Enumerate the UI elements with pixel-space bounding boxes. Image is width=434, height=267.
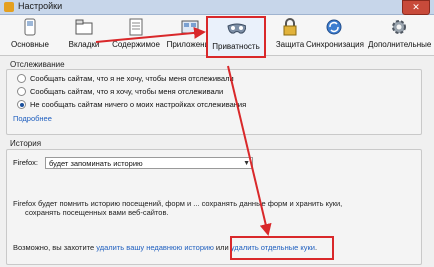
- clear-recent-history-link[interactable]: удалить вашу недавнюю историю: [96, 243, 214, 252]
- tab-privacy[interactable]: Приватность: [206, 16, 266, 58]
- preferences-toolbar: Основные Вкладки Содержимое Приложения П…: [0, 15, 434, 58]
- document-icon: [126, 18, 146, 36]
- tab-label: Содержимое: [112, 40, 160, 49]
- description-line: Firefox будет помнить историю посещений,…: [13, 199, 343, 208]
- radio-label: Не сообщать сайтам ничего о моих настрой…: [30, 100, 247, 109]
- close-button[interactable]: ✕: [402, 0, 430, 15]
- description-line: сохранять посещенных вами веб-сайтов.: [25, 208, 169, 217]
- tab-sync[interactable]: Синхронизация: [306, 16, 364, 54]
- learn-more-link[interactable]: Подробнее: [13, 114, 52, 123]
- tab-label: Основные: [11, 40, 49, 49]
- window-title: Настройки: [18, 1, 63, 11]
- radio-button[interactable]: [17, 100, 26, 109]
- lock-icon: [280, 18, 300, 36]
- switch-icon: [20, 18, 40, 36]
- tab-tabs[interactable]: Вкладки: [56, 16, 112, 54]
- tab-content[interactable]: Содержимое: [108, 16, 164, 54]
- radio-allow-track[interactable]: Сообщать сайтам, что я хочу, чтобы меня …: [17, 87, 223, 96]
- select-value: будет запоминать историю: [49, 159, 143, 168]
- radio-do-not-track[interactable]: Сообщать сайтам, что я не хочу, чтобы ме…: [17, 74, 234, 83]
- tracking-group: Сообщать сайтам, что я не хочу, чтобы ме…: [6, 69, 422, 135]
- actions-prefix: Возможно, вы захотите: [13, 243, 97, 252]
- history-heading: История: [10, 139, 42, 148]
- tab-label: Дополнительные: [368, 40, 432, 49]
- applications-icon: [180, 18, 200, 36]
- radio-label: Сообщать сайтам, что я хочу, чтобы меня …: [30, 87, 224, 96]
- chevron-down-icon: ▼: [243, 160, 250, 167]
- history-description: Firefox будет помнить историю посещений,…: [13, 199, 413, 217]
- tab-general[interactable]: Основные: [2, 16, 58, 54]
- radio-no-preference[interactable]: Не сообщать сайтам ничего о моих настрой…: [17, 100, 246, 109]
- title-bar: Настройки ✕: [0, 0, 434, 15]
- firefox-icon: [4, 2, 14, 12]
- radio-button[interactable]: [17, 74, 26, 83]
- tabs-icon: [74, 18, 94, 36]
- history-group: Firefox: будет запоминать историю ▼ Fire…: [6, 149, 422, 265]
- sync-icon: [324, 18, 344, 36]
- highlight-box: [230, 236, 334, 260]
- radio-button[interactable]: [17, 87, 26, 96]
- tab-label: Вкладки: [68, 40, 100, 49]
- tab-label: Синхронизация: [306, 40, 364, 49]
- tab-label: Приватность: [212, 42, 260, 51]
- firefox-label: Firefox:: [13, 158, 39, 167]
- history-mode-select[interactable]: будет запоминать историю ▼: [45, 157, 253, 169]
- tab-advanced[interactable]: Дополнительные: [368, 16, 432, 54]
- gear-icon: [389, 18, 409, 36]
- actions-middle: или: [213, 243, 231, 252]
- tracking-heading: Отслеживание: [10, 60, 65, 69]
- mask-icon: [226, 20, 246, 38]
- radio-label: Сообщать сайтам, что я не хочу, чтобы ме…: [30, 74, 234, 83]
